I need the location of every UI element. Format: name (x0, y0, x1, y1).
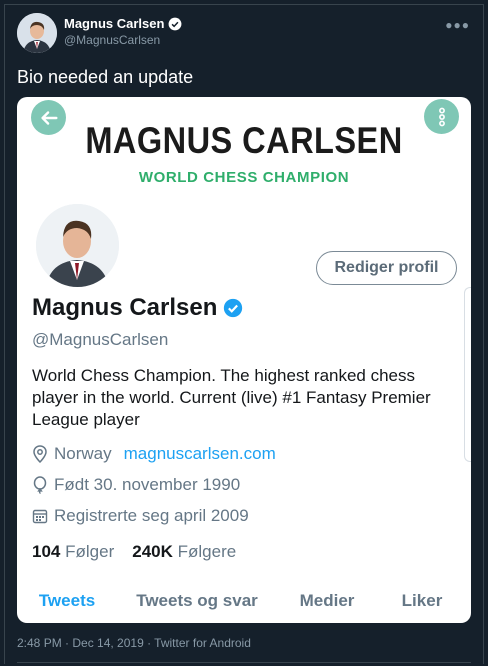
followers-label: Følgere (177, 542, 237, 561)
location-text: Norway (54, 444, 112, 463)
verified-badge-icon (169, 17, 182, 30)
followers-stat[interactable]: 240K Følgere (132, 542, 236, 562)
birth-row: Født 30. november 1990 (32, 475, 240, 495)
followers-count: 240K (132, 542, 173, 561)
joined-text: Registrerte seg april 2009 (54, 506, 249, 525)
tab-media[interactable]: Medier (277, 591, 377, 611)
following-count: 104 (32, 542, 61, 561)
joined-row: Registrerte seg april 2009 (32, 506, 249, 526)
website-link[interactable]: magnuscarlsen.com (124, 444, 276, 464)
balloon-icon (33, 476, 47, 494)
brand-title: MAGNUS CARLSEN (85, 120, 403, 161)
divider (17, 662, 471, 663)
birth-text: Født 30. november 1990 (54, 475, 241, 494)
profile-avatar[interactable] (33, 201, 122, 290)
profile-handle: @MagnusCarlsen (32, 330, 169, 349)
tweet-timestamp[interactable]: 2:48 PM · Dec 14, 2019 · Twitter for And… (17, 636, 251, 650)
brand-subtitle: WORLD CHESS CHAMPION (138, 169, 350, 186)
profile-name: Magnus Carlsen (32, 294, 243, 322)
calendar-icon (32, 509, 48, 524)
location-pin-icon (33, 445, 47, 463)
tweet-image[interactable]: MAGNUS CARLSEN WORLD CHESS CHAMPION Redi… (17, 97, 471, 623)
author-name-text[interactable]: Magnus Carlsen (64, 16, 164, 31)
tab-tweets[interactable]: Tweets (17, 591, 117, 611)
author-avatar[interactable] (17, 13, 57, 53)
edit-profile-button[interactable]: Rediger profil (316, 251, 457, 285)
location-row: Norway magnuscarlsen.com (32, 444, 276, 464)
follow-stats: 104 Følger 240K Følgere (32, 542, 236, 562)
tab-tweets-and-replies[interactable]: Tweets og svar (117, 591, 277, 611)
tweet-text: Bio needed an update (17, 67, 194, 87)
profile-tabs: Tweets Tweets og svar Medier Liker (17, 591, 471, 611)
verified-badge-icon (224, 298, 243, 318)
profile-name-text: Magnus Carlsen (32, 294, 218, 321)
more-icon[interactable]: ●●● (445, 18, 470, 32)
following-label: Følger (65, 542, 115, 561)
following-stat[interactable]: 104 Følger (32, 542, 114, 562)
profile-bio: World Chess Champion. The highest ranked… (32, 366, 431, 429)
tab-likes[interactable]: Liker (377, 591, 467, 611)
author-name[interactable]: Magnus Carlsen (64, 16, 182, 31)
scroll-edge (464, 287, 471, 462)
author-handle[interactable]: @MagnusCarlsen (64, 33, 160, 47)
